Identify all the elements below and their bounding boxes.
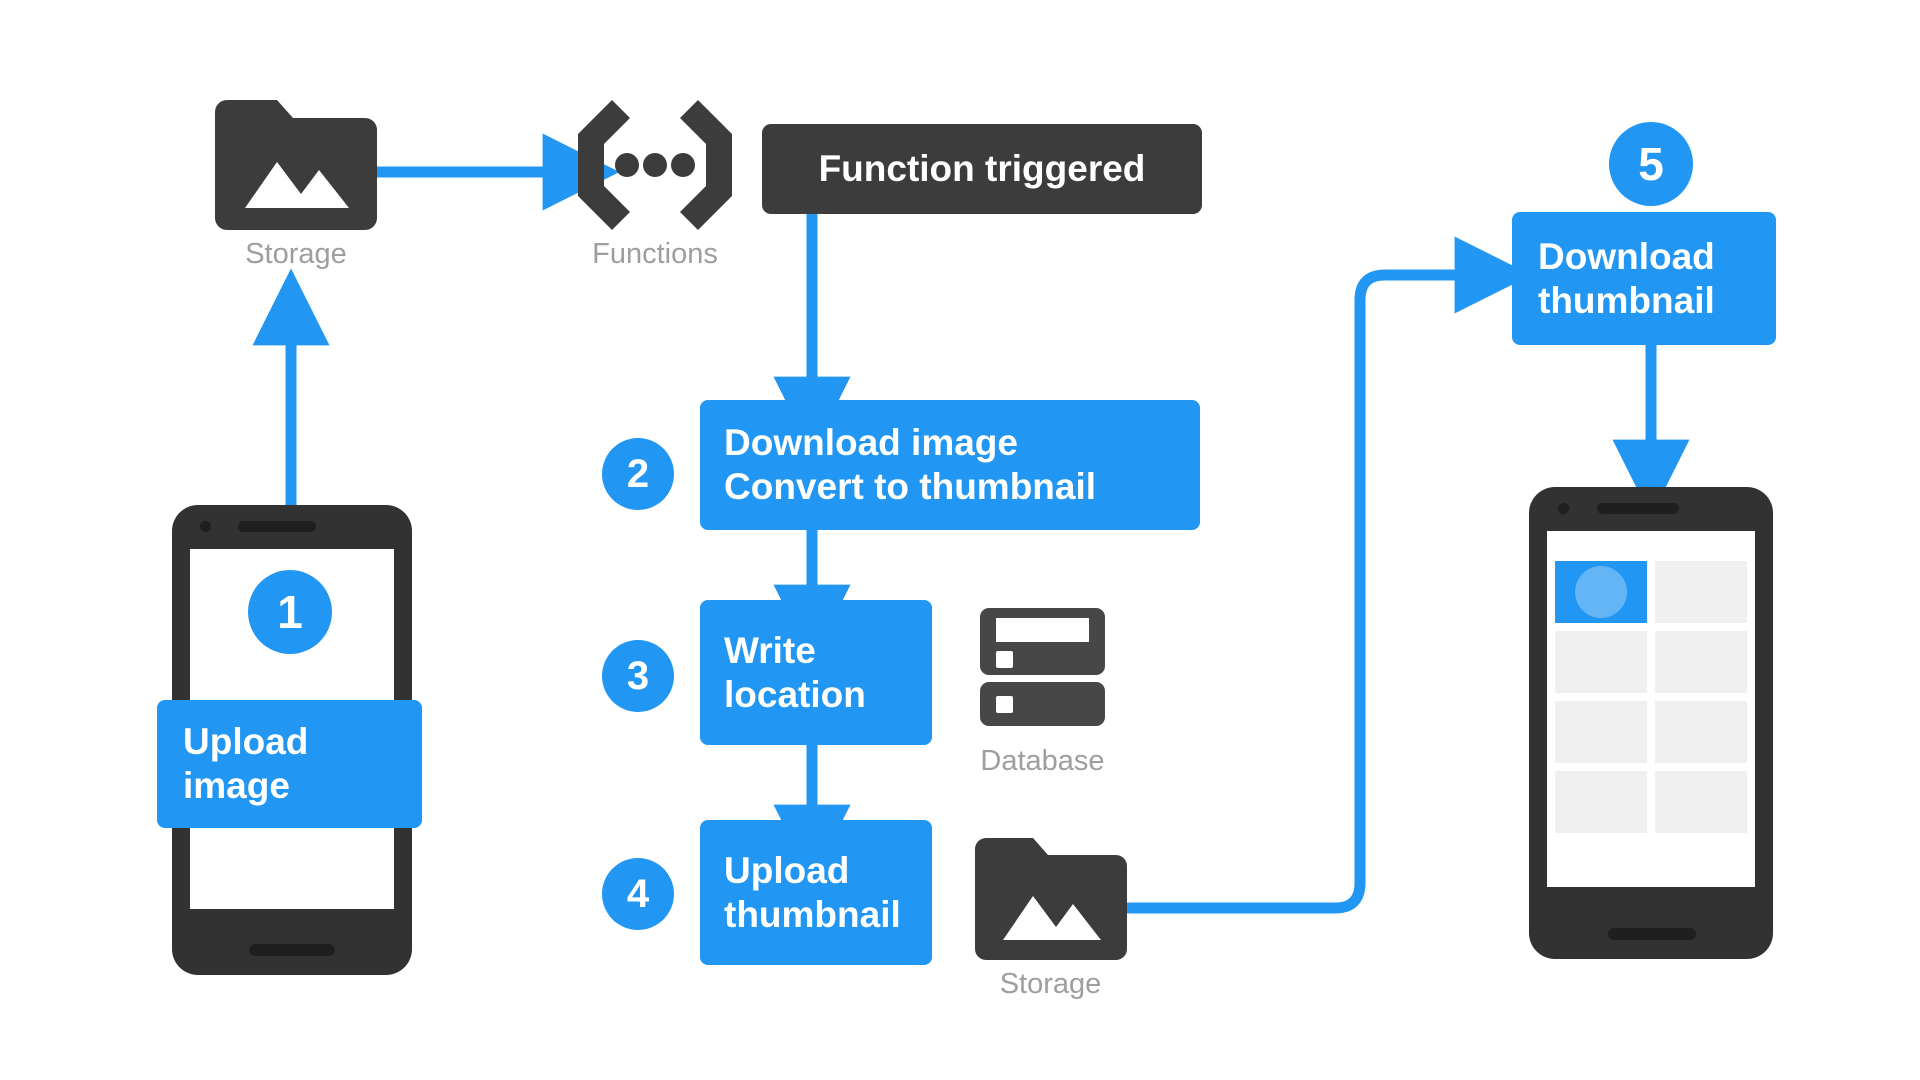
step-badge-3: 3 [602,640,674,712]
step-badge-4: 4 [602,858,674,930]
phone-home-bar [249,944,335,956]
database-server-icon [980,608,1105,726]
gallery-cell-placeholder[interactable] [1655,701,1747,763]
storage-folder-image-icon-bottom [975,838,1127,960]
phone-screen [1547,531,1755,887]
phone-camera-dot [1558,503,1569,514]
gallery-cell-placeholder[interactable] [1655,561,1747,623]
phone-speaker-bar [1597,503,1679,514]
step-badge-1: 1 [248,570,332,654]
storage-folder-image-icon [215,100,377,230]
step-badge-2: 2 [602,438,674,510]
gallery-cell-placeholder[interactable] [1555,631,1647,693]
functions-caption: Functions [592,238,718,270]
storage-bottom-caption: Storage [999,968,1102,1000]
step-box-download-convert[interactable]: Download image Convert to thumbnail [700,400,1200,530]
gallery-cell-placeholder[interactable] [1655,771,1747,833]
arrow-storage-to-download-thumbnail [1122,236,1532,914]
phone-speaker-bar [238,521,316,532]
step-box-download-thumbnail[interactable]: Download thumbnail [1512,212,1776,345]
functions-braces-icon [576,100,734,230]
gallery-cell-placeholder[interactable] [1655,631,1747,693]
step-box-write-location[interactable]: Write location [700,600,932,745]
thumbnail-image-blob [1575,566,1627,618]
diagram-canvas: Storage Functions Function triggered 2 D… [0,0,1920,1080]
function-triggered-note: Function triggered [762,124,1202,214]
thumbnail-gallery-grid [1555,561,1747,833]
storage-top-caption: Storage [245,238,347,270]
gallery-phone [1529,487,1773,959]
step-box-upload-thumbnail[interactable]: Upload thumbnail [700,820,932,965]
step-badge-5: 5 [1609,122,1693,206]
phone-home-bar [1608,928,1696,940]
step-box-upload-image[interactable]: Upload image [157,700,422,828]
gallery-cell-thumbnail[interactable] [1555,561,1647,623]
gallery-cell-placeholder[interactable] [1555,701,1647,763]
gallery-cell-placeholder[interactable] [1555,771,1647,833]
database-caption: Database [980,745,1105,777]
phone-camera-dot [200,521,211,532]
